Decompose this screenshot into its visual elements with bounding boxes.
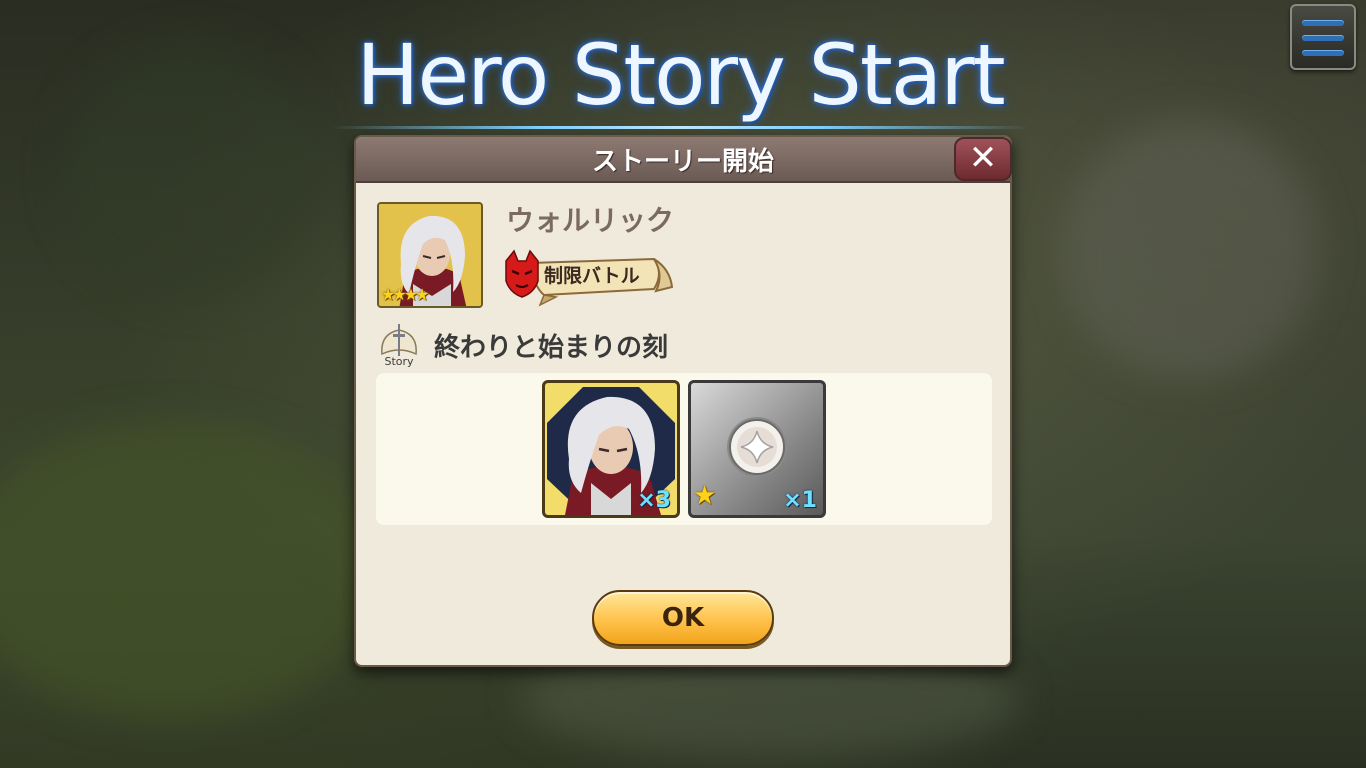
dialog-title: ストーリー開始 <box>591 147 774 177</box>
story-start-dialog: ストーリー開始 ✕ ★★★★ ウォルリック 制限バトル Story 終わりと始ま… <box>354 135 1012 667</box>
hero-name: ウォルリック <box>506 204 675 237</box>
reward-item[interactable]: ★ ×1 <box>688 380 826 518</box>
title-underline <box>330 126 1030 129</box>
item-rarity-star: ★ <box>693 481 717 511</box>
reward-panel <box>376 373 992 525</box>
hero-portrait[interactable]: ★★★★ <box>377 202 483 308</box>
reward-quantity: ×3 <box>637 488 671 513</box>
menu-button[interactable] <box>1290 4 1356 70</box>
reward-hero-shard[interactable]: ×3 <box>542 380 680 518</box>
screen-title: Hero Story Start <box>356 26 1005 124</box>
close-button[interactable]: ✕ <box>954 137 1012 181</box>
rarity-stars: ★★★★ <box>381 285 429 304</box>
dialog-header: ストーリー開始 <box>356 137 1010 183</box>
battle-badge-label: 制限バトル <box>544 265 640 287</box>
reward-quantity: ×1 <box>783 488 817 513</box>
close-icon: ✕ <box>968 138 998 178</box>
story-icon: Story <box>381 324 417 368</box>
background-rock <box>1060 120 1320 380</box>
background-tree <box>60 40 320 300</box>
background-foliage <box>0 420 380 720</box>
story-title: 終わりと始まりの刻 <box>434 333 669 363</box>
ok-button[interactable]: OK <box>592 590 774 646</box>
demon-mask-icon <box>505 249 539 298</box>
svg-text:Story: Story <box>384 355 414 368</box>
screen-title-area: Hero Story Start <box>330 20 1030 130</box>
